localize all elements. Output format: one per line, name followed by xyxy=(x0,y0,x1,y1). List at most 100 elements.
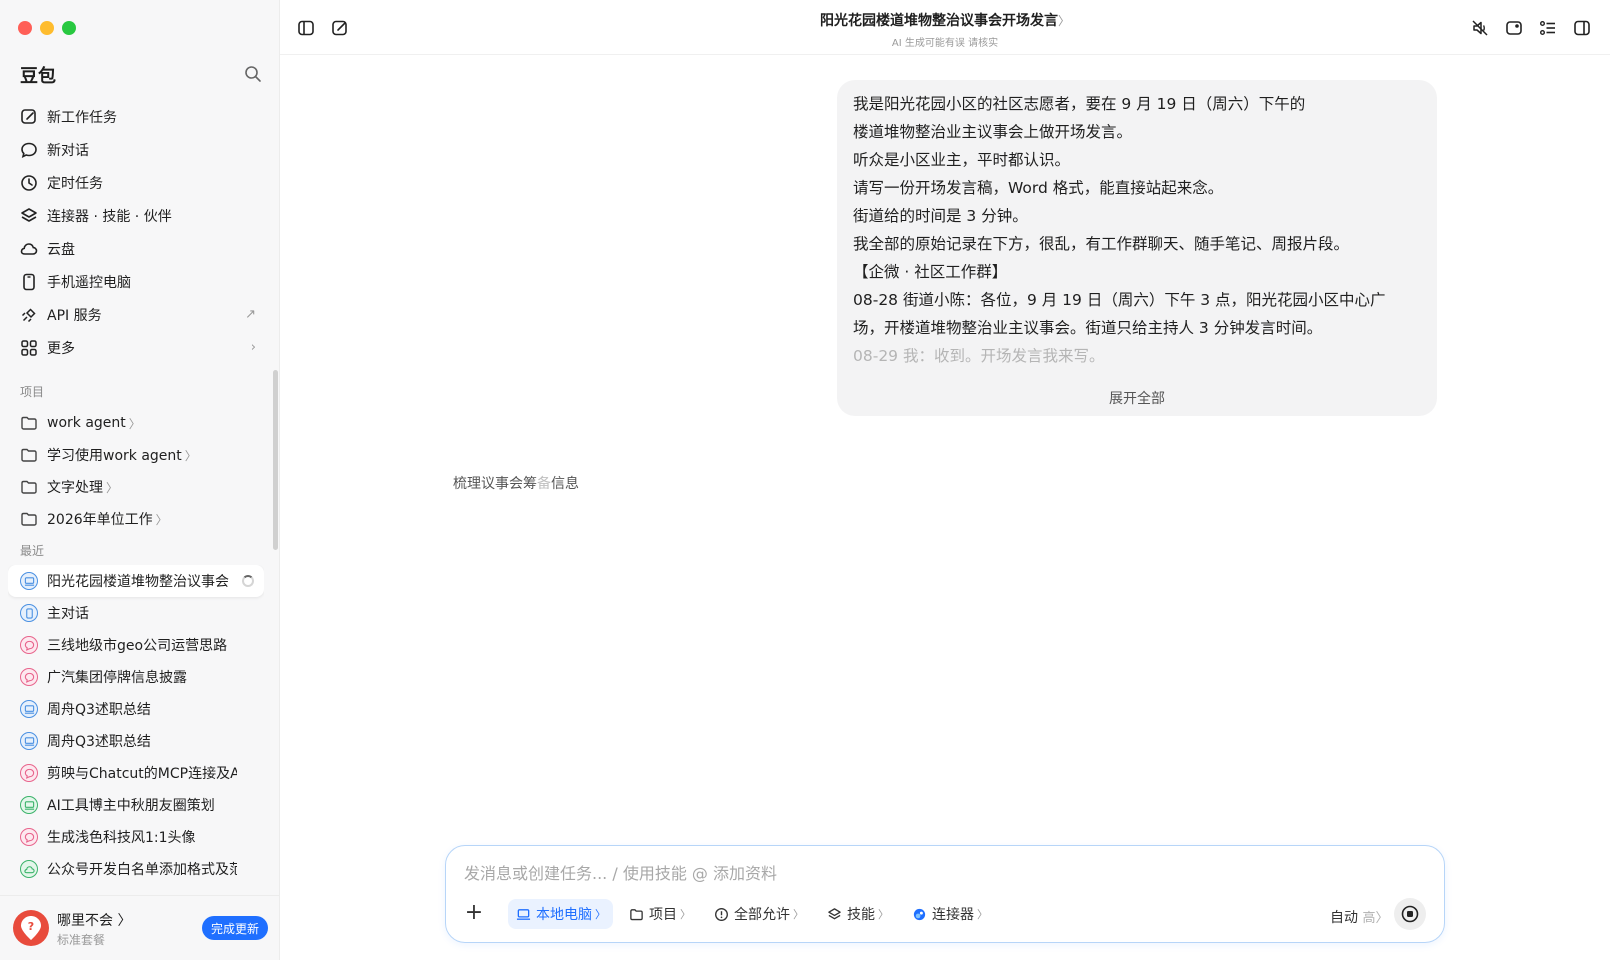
mode-selector[interactable]: 自动 高〉 xyxy=(1330,907,1388,927)
chevron-right-icon: 〉 xyxy=(878,908,889,921)
complete-update-button[interactable]: 完成更新 xyxy=(202,916,269,940)
mode-level: 高 xyxy=(1362,911,1376,926)
maximize-window-button[interactable] xyxy=(62,21,76,35)
connector-icon xyxy=(911,906,927,922)
search-icon[interactable] xyxy=(244,65,264,85)
composer-chip[interactable]: 全部允许〉 xyxy=(706,899,811,929)
project-list: work agent 〉 学习使用work agent 〉 文字处理〉 2026年单… xyxy=(8,407,264,535)
recent-conversation-label: 广汽集团停牌信息披露 xyxy=(47,670,187,686)
top-bar: 阳光花园楼道堆物整治议事会开场发言〉 AI 生成可能有误 请核实 xyxy=(280,0,1610,55)
minimize-window-button[interactable] xyxy=(40,21,54,35)
folder-icon xyxy=(20,446,38,464)
project-item[interactable]: 2026年单位工作〉 xyxy=(8,503,264,535)
recent-conversation-item[interactable]: 周舟Q3述职总结 xyxy=(8,693,264,725)
nav-more[interactable]: 更多 › xyxy=(8,331,264,364)
recent-conversation-item[interactable]: 生成浅色科技风1:1头像 xyxy=(8,821,264,853)
sidebar-nav: 新工作任务 新对话 定时任务 连接器 · 技能 · 伙伴 云盘 手机遥控电脑 A… xyxy=(8,100,264,364)
recent-conversation-item[interactable]: 剪映与Chatcut的MCP连接及Ag xyxy=(8,757,264,789)
project-item[interactable]: 学习使用work agent 〉 xyxy=(8,439,264,471)
composer-chip[interactable]: 项目〉 xyxy=(621,899,698,929)
chevron-right-icon: 〉 xyxy=(155,512,168,527)
composer-chips: 本地电脑〉项目〉全部允许〉技能〉连接器〉 xyxy=(508,899,995,929)
folder-icon xyxy=(20,510,38,528)
plus-icon[interactable]: + xyxy=(462,900,486,925)
nav-api-service[interactable]: API 服务 ↗ xyxy=(8,298,264,331)
message-input[interactable] xyxy=(464,860,1384,886)
recent-conversation-label: 主对话 xyxy=(47,606,89,622)
recent-conversation-label: 公众号开发白名单添加格式及范 xyxy=(47,862,237,878)
recent-conversation-item[interactable]: AI工具博主中秋朋友圈策划 xyxy=(8,789,264,821)
project-item[interactable]: 文字处理〉 xyxy=(8,471,264,503)
composer-chip[interactable]: 本地电脑〉 xyxy=(508,899,613,929)
nav-label: 更多 xyxy=(47,340,75,357)
computer-icon xyxy=(20,732,38,750)
recent-conversation-item[interactable]: 三线地级市geo公司运营思路 xyxy=(8,629,264,661)
cloud-icon xyxy=(20,860,38,878)
recent-conversation-item[interactable]: 阳光花园楼道堆物整治议事会 xyxy=(8,565,264,597)
laptop-icon xyxy=(515,906,531,922)
conversation-title-text[interactable]: 阳光花园楼道堆物整治议事会开场发言 xyxy=(820,13,1058,29)
chip-label: 本地电脑 xyxy=(536,907,592,923)
agent-status-text: 梳理议事会筹备信息 xyxy=(453,473,579,493)
share-window-icon[interactable] xyxy=(1504,18,1524,38)
nav-label: 新对话 xyxy=(47,142,89,159)
nav-new-chat[interactable]: 新对话 xyxy=(8,133,264,166)
recent-conversation-label: 周舟Q3述职总结 xyxy=(47,734,151,750)
avatar[interactable]: ? xyxy=(13,910,49,946)
chevron-right-icon: › xyxy=(250,340,256,355)
recent-conversation-label: 周舟Q3述职总结 xyxy=(47,702,151,718)
stop-button[interactable] xyxy=(1394,898,1426,930)
phone-icon xyxy=(20,273,38,291)
nav-label: 连接器 · 技能 · 伙伴 xyxy=(47,208,172,225)
chevron-right-icon[interactable]: 〉 xyxy=(1058,14,1070,28)
ai-disclaimer: AI 生成可能有误 请核实 xyxy=(891,38,999,49)
chip-label: 项目 xyxy=(649,907,677,923)
chip-label: 连接器 xyxy=(932,907,974,923)
layers-icon xyxy=(826,906,842,922)
recent-conversation-item[interactable]: 主对话 xyxy=(8,597,264,629)
project-label: work agent xyxy=(47,415,126,431)
user-name[interactable]: 哪里不会 〉 xyxy=(57,910,131,930)
computer-icon xyxy=(20,572,38,590)
recent-conversation-list: 阳光花园楼道堆物整治议事会主对话三线地级市geo公司运营思路 广汽集团停牌信息披露… xyxy=(8,565,264,885)
status-tail: 信息 xyxy=(551,476,579,492)
nav-label: API 服务 xyxy=(47,307,102,324)
user-message-bubble: 我是阳光花园小区的社区志愿者，要在 9 月 19 日（周六）下午的 楼道堆物整治业… xyxy=(837,80,1437,416)
recent-conversation-item[interactable]: 公众号开发白名单添加格式及范 xyxy=(8,853,264,885)
close-window-button[interactable] xyxy=(18,21,32,35)
nav-connectors-skills[interactable]: 连接器 · 技能 · 伙伴 xyxy=(8,199,264,232)
nav-scheduled-tasks[interactable]: 定时任务 xyxy=(8,166,264,199)
nav-new-work-task[interactable]: 新工作任务 xyxy=(8,100,264,133)
sidebar: 豆包 新工作任务 新对话 定时任务 连接器 · 技能 · 伙伴 云盘 手机遥控电… xyxy=(0,0,280,960)
project-item[interactable]: work agent 〉 xyxy=(8,407,264,439)
alert-circle-icon xyxy=(713,906,729,922)
message-line: 听众是小区业主，平时都认识。 xyxy=(853,151,1071,169)
chat-icon xyxy=(20,828,38,846)
external-link-icon: ↗ xyxy=(245,307,256,322)
message-line: 【企微 · 社区工作群】 xyxy=(853,263,1008,281)
mute-speaker-icon[interactable] xyxy=(1470,18,1490,38)
recent-conversation-item[interactable]: 周舟Q3述职总结 xyxy=(8,725,264,757)
task-list-icon[interactable] xyxy=(1538,18,1558,38)
chevron-right-icon: 〉 xyxy=(106,480,119,495)
expand-all-button[interactable]: 展开全部 xyxy=(837,388,1437,408)
user-plan: 标准套餐 xyxy=(57,933,106,947)
nav-cloud-drive[interactable]: 云盘 xyxy=(8,232,264,265)
api-link-icon xyxy=(20,306,38,324)
nav-phone-remote[interactable]: 手机遥控电脑 xyxy=(8,265,264,298)
sidebar-scrollbar[interactable] xyxy=(273,370,278,550)
chevron-right-icon: 〉 xyxy=(680,908,691,921)
composer-chip[interactable]: 技能〉 xyxy=(819,899,896,929)
stop-icon xyxy=(1401,905,1419,923)
conversation-title: 阳光花园楼道堆物整治议事会开场发言〉 xyxy=(280,10,1610,30)
chip-label: 技能 xyxy=(847,907,875,923)
toggle-right-panel-icon[interactable] xyxy=(1572,18,1592,38)
project-label: 学习使用work agent xyxy=(47,448,182,464)
recent-conversation-item[interactable]: 广汽集团停牌信息披露 xyxy=(8,661,264,693)
chat-icon xyxy=(20,636,38,654)
composer-chip[interactable]: 连接器〉 xyxy=(904,899,995,929)
message-line: 我是阳光花园小区的社区志愿者，要在 9 月 19 日（周六）下午的 xyxy=(853,95,1306,113)
message-line: 我全部的原始记录在下方，很乱，有工作群聊天、随手笔记、周报片段。 xyxy=(853,235,1350,253)
composer: + 本地电脑〉项目〉全部允许〉技能〉连接器〉 自动 高〉 xyxy=(445,845,1445,943)
recent-conversation-label: 三线地级市geo公司运营思路 xyxy=(47,638,228,654)
